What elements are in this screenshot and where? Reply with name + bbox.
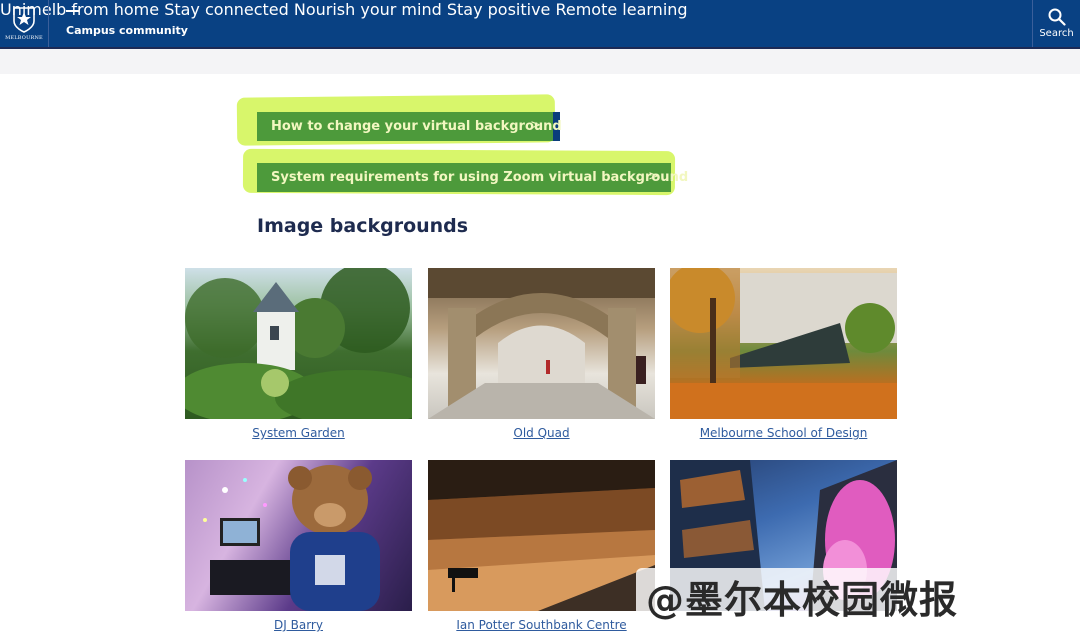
image-card-system-garden: System Garden xyxy=(185,268,412,440)
image-link[interactable]: System Garden xyxy=(185,426,412,440)
system-garden-image[interactable] xyxy=(185,268,412,419)
site-title-text: Campus community xyxy=(66,24,188,37)
system-requirements-label: System requirements for using Zoom virtu… xyxy=(271,170,689,185)
image-link[interactable]: Melbourne School of Design xyxy=(670,426,897,440)
nav-stay-positive[interactable]: Stay positive xyxy=(447,0,551,19)
watermark-overlay: @墨尔本校园微报 xyxy=(636,568,1072,632)
image-link[interactable]: Old Quad xyxy=(428,426,655,440)
search-label: Search xyxy=(1039,28,1074,39)
change-background-label: How to change your virtual background xyxy=(271,119,562,134)
section-heading: Image backgrounds xyxy=(257,215,469,237)
title-dash xyxy=(66,10,79,12)
image-card-old-quad: Old Quad xyxy=(428,268,655,440)
system-requirements-button[interactable]: System requirements for using Zoom virtu… xyxy=(257,163,688,192)
nav-nourish-your-mind[interactable]: Nourish your mind xyxy=(294,0,442,19)
old-quad-image[interactable] xyxy=(428,268,655,419)
crest-icon xyxy=(13,7,35,33)
nav-remote-learning[interactable]: Remote learning xyxy=(555,0,687,19)
chevron-right-icon: > xyxy=(530,118,541,133)
image-card-dj-barry: DJ Barry xyxy=(185,460,412,632)
site-title[interactable]: Campus community xyxy=(66,10,188,38)
university-logo[interactable]: MELBOURNE xyxy=(0,0,49,47)
search-icon xyxy=(1048,8,1066,26)
top-navigation-bar: MELBOURNE Campus community Unimelb from … xyxy=(0,0,1080,49)
melbourne-school-of-design-image[interactable] xyxy=(670,268,897,419)
image-link[interactable]: Ian Potter Southbank Centre xyxy=(428,618,655,632)
breadcrumb-strip xyxy=(0,49,1080,74)
search-button[interactable]: Search xyxy=(1032,0,1080,47)
image-card-ian-potter-southbank-centre: Ian Potter Southbank Centre xyxy=(428,460,655,632)
dj-barry-image[interactable] xyxy=(185,460,412,611)
image-link[interactable]: DJ Barry xyxy=(185,618,412,632)
chevron-right-icon: > xyxy=(648,169,659,184)
ian-potter-southbank-centre-image[interactable] xyxy=(428,460,655,611)
logo-wordmark: MELBOURNE xyxy=(5,35,43,41)
image-card-melbourne-school-of-design: Melbourne School of Design xyxy=(670,268,897,440)
change-background-button[interactable]: How to change your virtual background > xyxy=(257,112,562,141)
